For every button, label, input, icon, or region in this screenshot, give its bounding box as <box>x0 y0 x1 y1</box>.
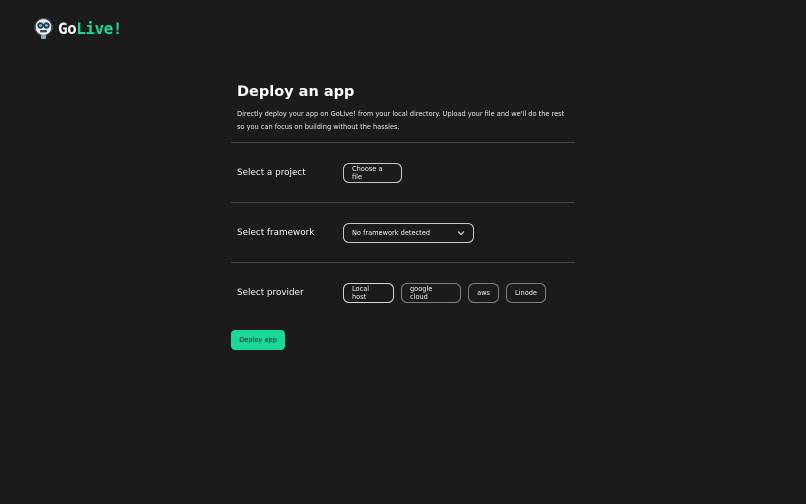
brand-logo[interactable]: GoLive! <box>33 16 122 40</box>
provider-label: Select provider <box>237 287 304 298</box>
framework-select-value: No framework detected <box>352 228 431 237</box>
framework-row: Select framework No framework detected <box>231 203 575 262</box>
chevron-down-icon <box>457 230 465 235</box>
brand-name-live: Live! <box>76 18 122 38</box>
provider-google-cloud-button[interactable]: google cloud <box>401 282 461 303</box>
project-row: Select a project Choose a file <box>231 143 575 202</box>
provider-linode-button[interactable]: Linode <box>506 282 546 303</box>
provider-options: Local host google cloud aws Linode <box>343 282 546 303</box>
provider-aws-button[interactable]: aws <box>468 282 499 303</box>
provider-row: Select provider Local host google cloud … <box>231 263 575 322</box>
provider-local-host-button[interactable]: Local host <box>343 282 394 303</box>
brand-name: GoLive! <box>58 19 122 38</box>
robot-mascot-icon <box>34 17 53 39</box>
page-title: Deploy an app <box>237 84 355 100</box>
choose-file-button[interactable]: Choose a file <box>343 162 402 183</box>
framework-select[interactable]: No framework detected <box>343 222 474 243</box>
project-label: Select a project <box>237 167 306 178</box>
brand-name-go: Go <box>58 18 77 38</box>
deploy-form: Deploy an app Directly deploy your app o… <box>231 82 575 322</box>
framework-label: Select framework <box>237 227 315 238</box>
deploy-app-button[interactable]: Deploy app <box>231 330 285 350</box>
page-description: Directly deploy your app on GoLive! from… <box>237 110 565 131</box>
